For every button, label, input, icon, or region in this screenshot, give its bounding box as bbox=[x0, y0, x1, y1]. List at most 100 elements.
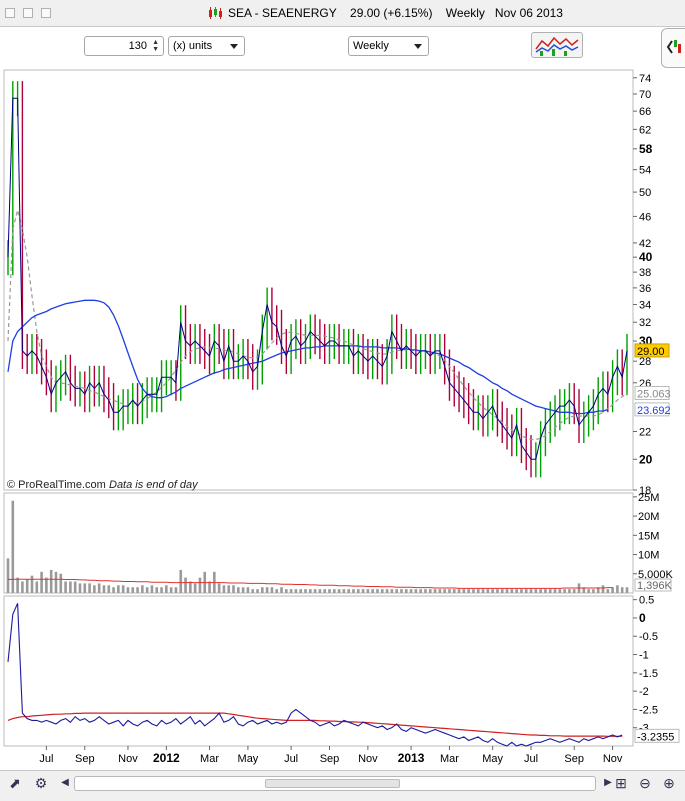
volume-bar bbox=[371, 589, 374, 593]
volume-bar bbox=[443, 589, 446, 593]
zoom-select-icon[interactable]: ⊞ bbox=[612, 774, 630, 792]
volume-bar bbox=[16, 577, 19, 593]
volume-bar bbox=[256, 589, 259, 593]
units-select[interactable]: (x) units bbox=[168, 36, 245, 56]
volume-bar bbox=[251, 589, 255, 593]
zoom-out-icon[interactable]: ⊖ bbox=[636, 774, 654, 792]
volume-bar bbox=[395, 589, 398, 593]
units-stepper[interactable]: 130 ▲ ▼ bbox=[84, 36, 164, 56]
volume-bar bbox=[572, 589, 576, 593]
volume-bar bbox=[270, 587, 274, 593]
volume-bar bbox=[337, 589, 341, 593]
volume-bar bbox=[73, 581, 77, 593]
volume-bar bbox=[6, 558, 10, 593]
price-tick-label: 34 bbox=[639, 300, 651, 312]
volume-bar bbox=[49, 569, 53, 593]
volume-bar bbox=[83, 583, 87, 593]
volume-bar bbox=[141, 585, 144, 593]
price-tick-label: 66 bbox=[639, 106, 651, 118]
last-price-tag: 29.00 bbox=[637, 346, 665, 358]
volume-bar bbox=[309, 589, 312, 593]
minimize-window-button[interactable] bbox=[23, 8, 33, 18]
volume-bar bbox=[438, 589, 442, 593]
volume-bar bbox=[472, 589, 475, 593]
x-tick-label: 2013 bbox=[398, 751, 425, 765]
period-label: Weekly bbox=[445, 6, 485, 20]
settings-icon[interactable]: ⚙ bbox=[32, 774, 50, 792]
volume-bar bbox=[625, 587, 629, 593]
volume-bar bbox=[117, 585, 120, 593]
volume-bar bbox=[491, 589, 494, 593]
volume-bar bbox=[102, 585, 106, 593]
long-ma-value-tag: 23.692 bbox=[637, 405, 671, 417]
price-tick-label: 38 bbox=[639, 267, 651, 279]
indicators-button[interactable] bbox=[531, 32, 583, 58]
volume-bar bbox=[93, 585, 96, 593]
horizontal-scrollbar[interactable] bbox=[74, 776, 596, 791]
candlestick-icon bbox=[209, 7, 222, 19]
volume-bar bbox=[261, 587, 264, 593]
volume-panel[interactable] bbox=[3, 492, 634, 594]
volume-bar bbox=[467, 589, 470, 593]
volume-bar bbox=[160, 587, 163, 593]
volume-bar bbox=[520, 589, 523, 593]
x-tick-label: Sep bbox=[564, 753, 584, 765]
volume-bar bbox=[400, 589, 403, 593]
volume-tick-label: 15M bbox=[638, 530, 659, 542]
volume-tick-label: 25M bbox=[638, 492, 659, 504]
timeframe-select[interactable]: Weekly bbox=[348, 36, 429, 56]
volume-bar bbox=[544, 589, 547, 593]
volume-bar bbox=[88, 583, 91, 593]
volume-bar bbox=[419, 589, 422, 593]
price-panel[interactable] bbox=[3, 69, 634, 491]
volume-bar bbox=[620, 587, 624, 593]
volume-bar bbox=[328, 589, 331, 593]
volume-bar bbox=[193, 583, 197, 593]
volume-bar bbox=[275, 589, 279, 593]
volume-bar bbox=[616, 585, 619, 593]
volume-bar bbox=[97, 583, 101, 593]
volume-bar bbox=[457, 589, 461, 593]
close-window-button[interactable] bbox=[5, 8, 15, 18]
volume-bar bbox=[404, 589, 408, 593]
volume-bar bbox=[222, 585, 226, 593]
volume-bar bbox=[241, 587, 245, 593]
maximize-window-button[interactable] bbox=[41, 8, 51, 18]
volume-bar bbox=[592, 589, 595, 593]
price-tick-label: 70 bbox=[639, 89, 651, 101]
volume-bar bbox=[227, 585, 231, 593]
short-ma-value-tag: 25.063 bbox=[637, 388, 671, 400]
scroll-thumb[interactable] bbox=[265, 779, 400, 788]
volume-bar bbox=[342, 589, 346, 593]
volume-bar bbox=[294, 589, 298, 593]
volume-bar bbox=[165, 585, 168, 593]
volume-bar bbox=[452, 589, 456, 593]
volume-bar bbox=[500, 589, 504, 593]
volume-bar bbox=[390, 589, 394, 593]
data-note-text: Data is end of day bbox=[109, 479, 199, 491]
x-tick-label: Sep bbox=[320, 753, 340, 765]
volume-bar bbox=[280, 587, 283, 593]
price-tick-label: 74 bbox=[639, 73, 651, 85]
x-tick-label: Nov bbox=[358, 753, 378, 765]
oscillator-tick-label: -1 bbox=[639, 650, 649, 662]
chart-type-icon[interactable]: ⬈ bbox=[6, 774, 24, 792]
oscillator-panel[interactable] bbox=[3, 595, 634, 747]
stock-chart[interactable]: 7470666258545046424038363432302826222018… bbox=[0, 68, 685, 770]
volume-bar bbox=[433, 589, 437, 593]
price-tick-label: 50 bbox=[639, 187, 651, 199]
zoom-in-icon[interactable]: ⊕ bbox=[660, 774, 678, 792]
stepper-arrows-icon[interactable]: ▲ ▼ bbox=[152, 39, 159, 53]
indicators-icon bbox=[535, 36, 579, 56]
volume-bar bbox=[208, 581, 211, 593]
volume-bar bbox=[424, 589, 427, 593]
volume-bar bbox=[246, 587, 250, 593]
volume-bar bbox=[352, 589, 355, 593]
volume-bar bbox=[385, 589, 389, 593]
volume-bar bbox=[356, 589, 360, 593]
back-icon[interactable]: ◀ bbox=[56, 774, 74, 792]
price-tick-label: 58 bbox=[639, 142, 653, 156]
volume-bar bbox=[539, 589, 542, 593]
side-panel-tab[interactable] bbox=[661, 28, 685, 68]
volume-bar bbox=[515, 589, 518, 593]
